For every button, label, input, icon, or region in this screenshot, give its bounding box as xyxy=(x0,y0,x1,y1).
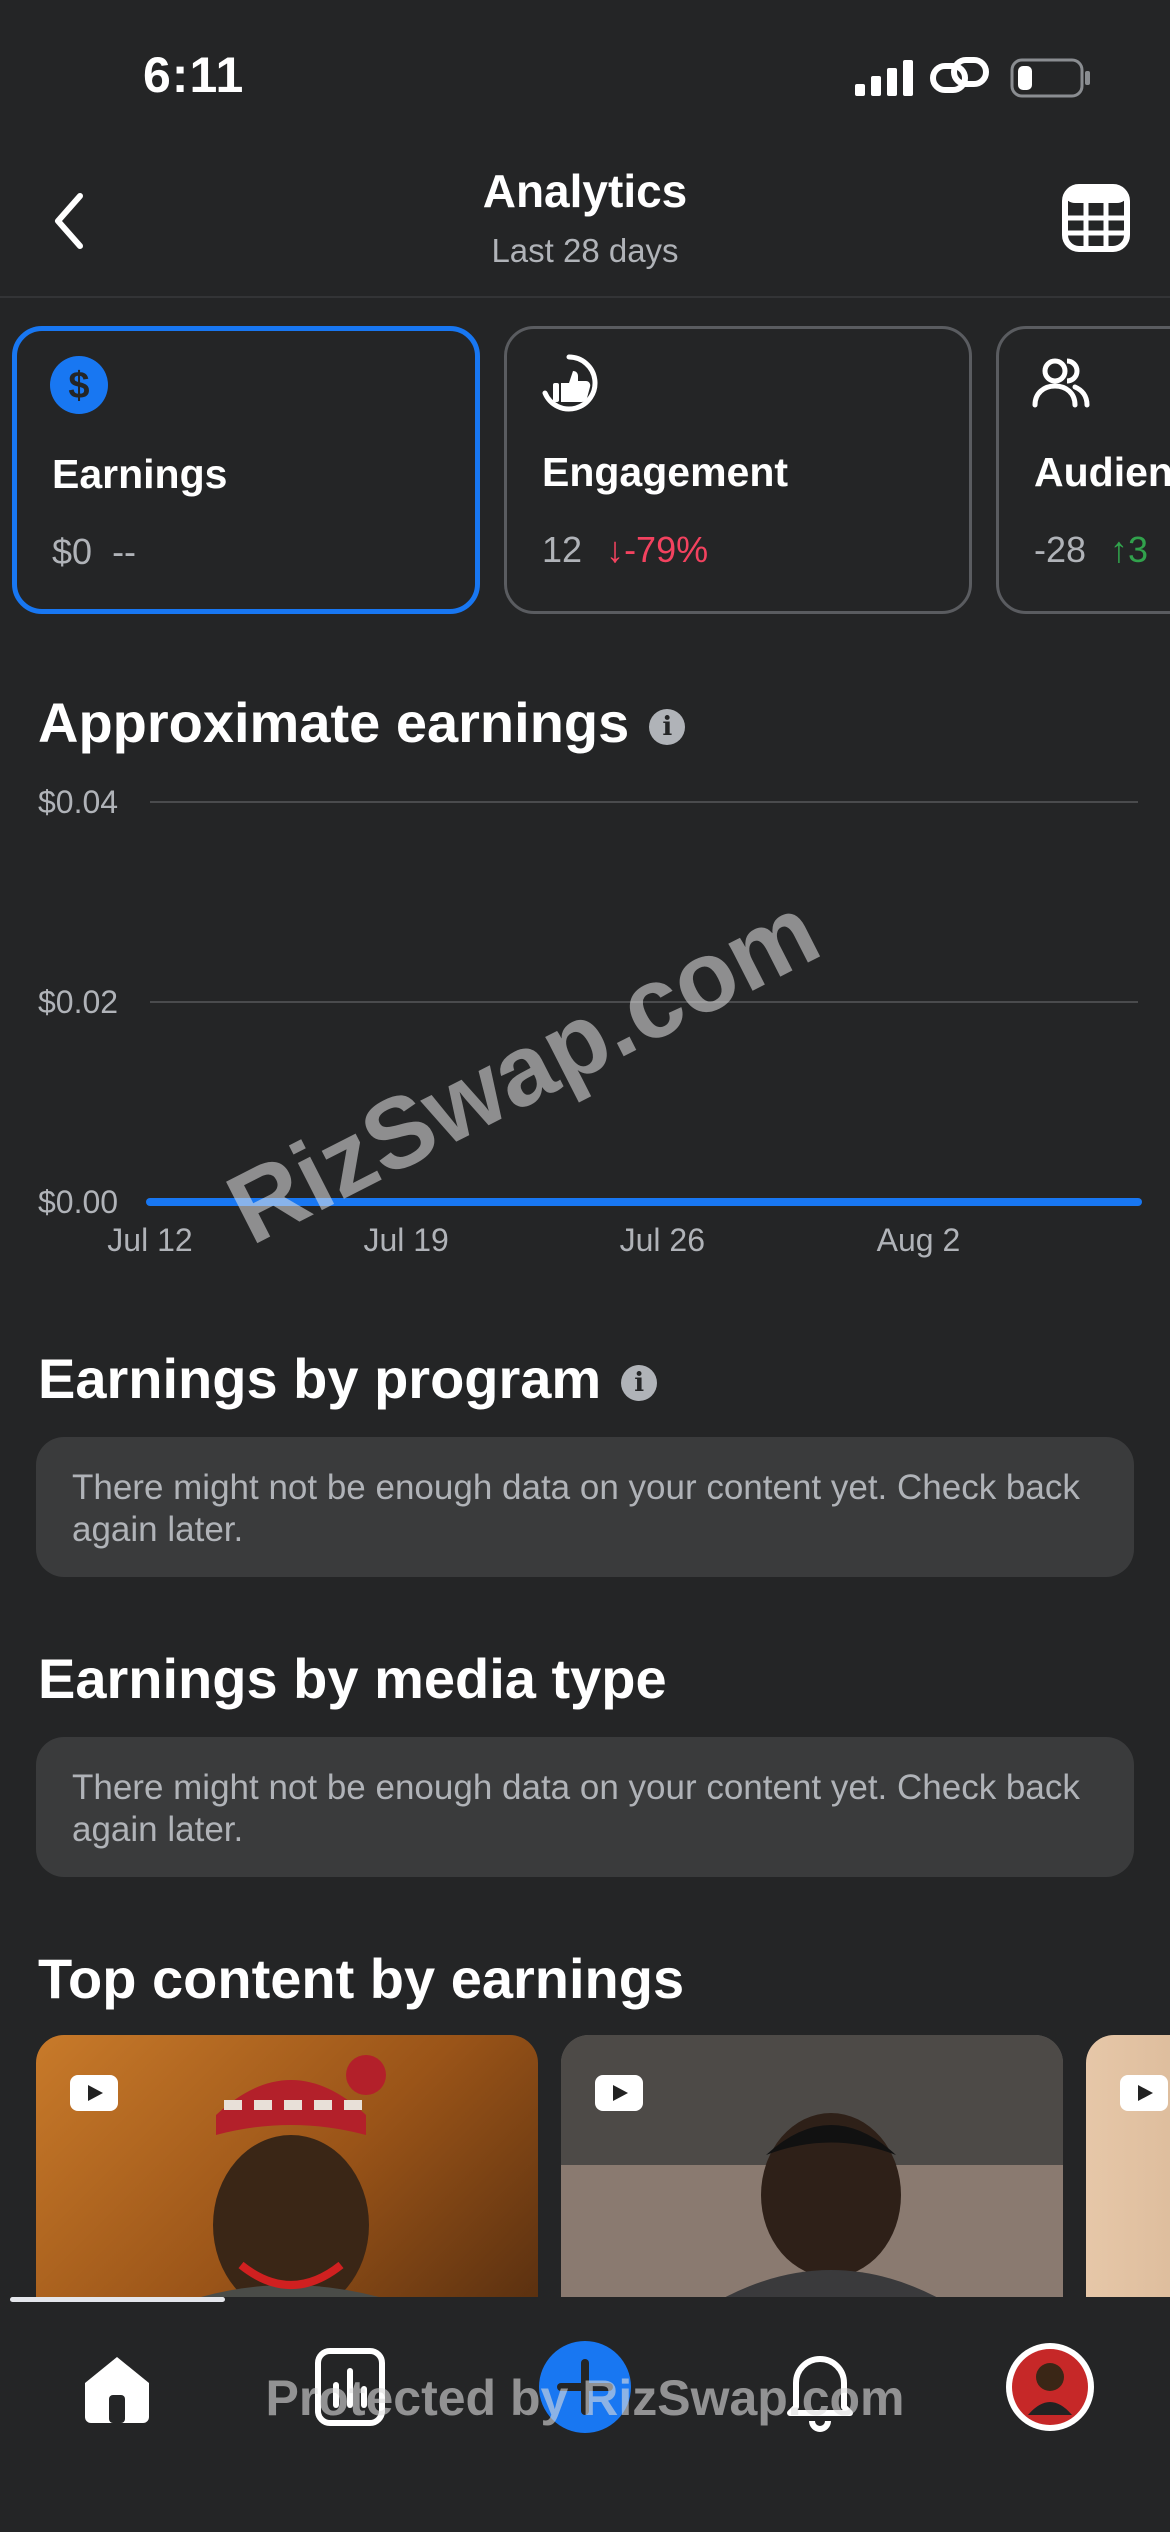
section-title: Earnings by program xyxy=(38,1347,602,1410)
profile-avatar[interactable] xyxy=(1000,2337,1100,2437)
engagement-card[interactable]: Engagement 12 ↓-79% xyxy=(504,326,972,614)
no-data-notice: There might not be enough data on your c… xyxy=(36,1737,1134,1877)
section-title: Approximate earnings xyxy=(38,691,630,754)
card-value-number: $0 xyxy=(52,531,93,572)
x-tick-label: Jul 26 xyxy=(620,1222,705,1258)
card-label: Audien xyxy=(1034,449,1170,495)
card-label: Earnings xyxy=(52,451,228,497)
svg-text:$: $ xyxy=(68,365,89,407)
info-icon[interactable]: i xyxy=(649,709,686,746)
card-value-change: -79% xyxy=(624,529,709,570)
audience-card[interactable]: Audien -28 ↑3 xyxy=(996,326,1170,614)
card-value: 12 ↓-79% xyxy=(542,529,708,571)
app-header: Analytics Last 28 days xyxy=(0,150,1170,298)
card-value-change: -- xyxy=(112,531,137,572)
content-thumbnail[interactable] xyxy=(1086,2035,1170,2297)
page-title: Analytics xyxy=(482,165,688,217)
youtube-icon xyxy=(1120,2075,1168,2111)
personal-hotspot-icon xyxy=(930,57,989,93)
dollar-icon: $ xyxy=(50,356,108,414)
cellular-signal-icon xyxy=(855,60,913,96)
x-tick-label: Jul 12 xyxy=(107,1222,192,1258)
bottom-navigation: Protected by RizSwap.com xyxy=(0,2297,1170,2532)
top-content-carousel xyxy=(0,2035,1170,2297)
status-time: 6:11 xyxy=(143,47,245,103)
metric-cards: $ Earnings $0 -- Engagement 12 ↓-79% Aud… xyxy=(12,326,1170,616)
earnings-line-chart: $0.04 $0.02 $0.00Jul 12 Jul 19 Jul 26 Aug 2 xyxy=(38,784,1142,1258)
analytics-screen: 6:11 Analytics Last 28 days $ Earnings $… xyxy=(0,0,1170,2532)
youtube-icon xyxy=(70,2075,118,2111)
no-data-notice: There might not be enough data on your c… xyxy=(36,1437,1134,1577)
thumbs-up-icon xyxy=(542,354,598,412)
y-tick-label: $0.04 xyxy=(38,784,118,820)
top-content-heading: Top content by earnings xyxy=(38,1947,685,2010)
arrow-up-icon: ↑ xyxy=(1110,529,1129,570)
create-icon[interactable] xyxy=(535,2337,635,2437)
earnings-card[interactable]: $ Earnings $0 -- xyxy=(12,326,480,614)
approximate-earnings-heading: Approximate earnings i xyxy=(38,690,686,755)
earnings-by-program-heading: Earnings by program i xyxy=(38,1346,658,1411)
date-range-subtitle[interactable]: Last 28 days xyxy=(0,232,1170,270)
card-value-change: 3 xyxy=(1128,529,1149,570)
x-tick-label: Jul 19 xyxy=(363,1222,448,1258)
card-value: $0 -- xyxy=(52,531,136,573)
content-thumbnail[interactable] xyxy=(561,2035,1063,2297)
card-value-number: -28 xyxy=(1034,529,1087,570)
card-label: Engagement xyxy=(542,449,789,495)
youtube-icon xyxy=(595,2075,643,2111)
card-value: -28 ↑3 xyxy=(1034,529,1148,571)
status-bar: 6:11 xyxy=(0,0,1170,150)
people-icon xyxy=(1032,358,1090,408)
y-tick-label: $0.02 xyxy=(38,984,118,1020)
y-tick-label: $0.00 xyxy=(38,1184,118,1220)
calendar-icon[interactable] xyxy=(1060,182,1132,254)
notifications-icon[interactable] xyxy=(770,2337,870,2437)
active-tab-indicator xyxy=(10,2297,225,2302)
insights-icon[interactable] xyxy=(300,2337,400,2437)
x-tick-label: Aug 2 xyxy=(877,1222,961,1258)
battery-icon xyxy=(1010,58,1090,98)
info-icon[interactable]: i xyxy=(621,1365,658,1402)
earnings-by-media-type-heading: Earnings by media type xyxy=(38,1647,667,1710)
home-icon[interactable] xyxy=(67,2337,167,2437)
content-thumbnail[interactable] xyxy=(36,2035,538,2297)
arrow-down-icon: ↓ xyxy=(606,529,625,570)
card-value-number: 12 xyxy=(542,529,583,570)
